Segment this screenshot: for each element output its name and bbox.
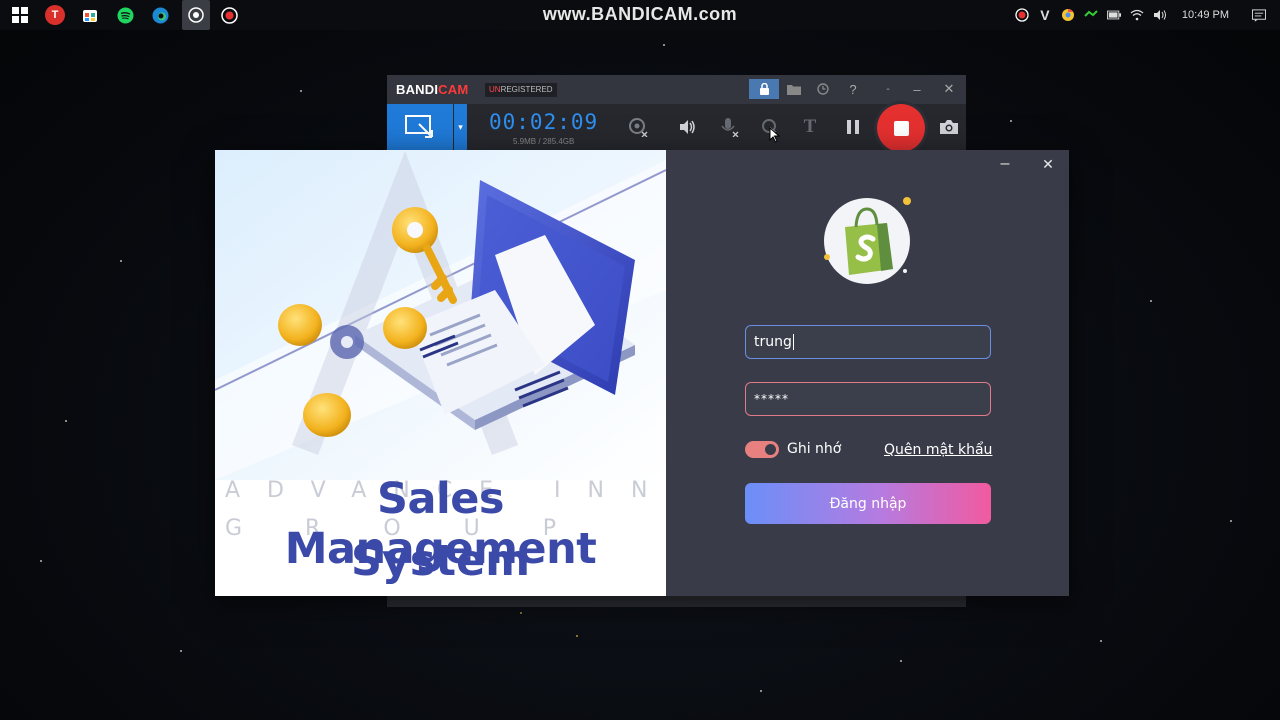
stop-record-button[interactable]: [877, 104, 925, 152]
sales-illustration: [215, 150, 666, 480]
text-caret: [792, 334, 794, 350]
username-value: trung: [754, 334, 792, 350]
history-icon[interactable]: [812, 79, 834, 99]
bandicam-close-button[interactable]: ✕: [938, 79, 960, 99]
brand-title-line2: System: [350, 536, 531, 586]
help-icon[interactable]: ?: [842, 79, 864, 99]
shopify-logo: [821, 195, 917, 291]
forgot-password-link[interactable]: Quên mật khẩu: [884, 442, 992, 458]
clock[interactable]: 10:49 PM: [1182, 9, 1229, 21]
text-overlay-icon[interactable]: T: [799, 116, 821, 138]
brand-panel: ADVANCE INNOVATION GROUP Sales Managemen…: [215, 150, 666, 596]
taskbar: T www.BANDICAM.com V 10:49 PM: [0, 0, 1280, 30]
chrome-icon[interactable]: [1061, 8, 1075, 22]
screen-mode-button[interactable]: [387, 104, 453, 150]
mode-dropdown-icon[interactable]: ▾: [454, 104, 467, 150]
mouse-cursor-icon: [769, 127, 781, 143]
bandicam-titlebar: BANDICAM UNREGISTERED ? - – ✕: [387, 75, 966, 104]
login-dialog: ADVANCE INNOVATION GROUP Sales Managemen…: [215, 150, 1069, 596]
webcam-icon[interactable]: [627, 116, 649, 138]
bandicam-logo: BANDICAM: [396, 82, 469, 97]
bandicam-toolbar: ▾ 00:02:09 5.9MB / 285.4GB T: [387, 104, 966, 152]
lock-icon[interactable]: [749, 79, 779, 99]
bandicam-minimize-button[interactable]: –: [906, 79, 928, 99]
toggle-knob: [765, 444, 776, 455]
username-input[interactable]: trung: [745, 325, 991, 359]
wifi-icon[interactable]: [1130, 8, 1144, 22]
system-tray: V 10:49 PM: [1015, 0, 1280, 30]
network-shield-icon[interactable]: [1084, 8, 1098, 22]
v-app-icon[interactable]: V: [1038, 7, 1052, 23]
screenshot-camera-icon[interactable]: [938, 116, 960, 138]
stop-icon: [893, 120, 909, 136]
unregistered-badge: UNREGISTERED: [485, 83, 557, 97]
password-input[interactable]: *****: [745, 382, 991, 416]
remember-toggle[interactable]: [745, 441, 779, 458]
speaker-icon[interactable]: [677, 116, 699, 138]
notifications-icon[interactable]: [1252, 8, 1266, 22]
recording-size: 5.9MB / 285.4GB: [513, 137, 575, 146]
login-panel: – ✕ trung ***** Ghi nhớ Quên mật khẩu Đă…: [666, 150, 1069, 596]
record-indicator-icon[interactable]: [1015, 8, 1029, 22]
pause-icon[interactable]: [842, 116, 864, 138]
password-value: *****: [754, 392, 789, 406]
dialog-minimize-button[interactable]: –: [992, 154, 1018, 174]
dialog-close-button[interactable]: ✕: [1035, 154, 1061, 174]
volume-icon[interactable]: [1153, 8, 1167, 22]
settings-dot-icon[interactable]: -: [877, 79, 899, 99]
folder-icon[interactable]: [783, 79, 805, 99]
remember-label: Ghi nhớ: [787, 441, 842, 457]
login-button[interactable]: Đăng nhập: [745, 483, 991, 524]
recording-timer: 00:02:09: [489, 110, 599, 134]
microphone-icon[interactable]: [718, 116, 740, 138]
battery-icon[interactable]: [1106, 8, 1121, 22]
